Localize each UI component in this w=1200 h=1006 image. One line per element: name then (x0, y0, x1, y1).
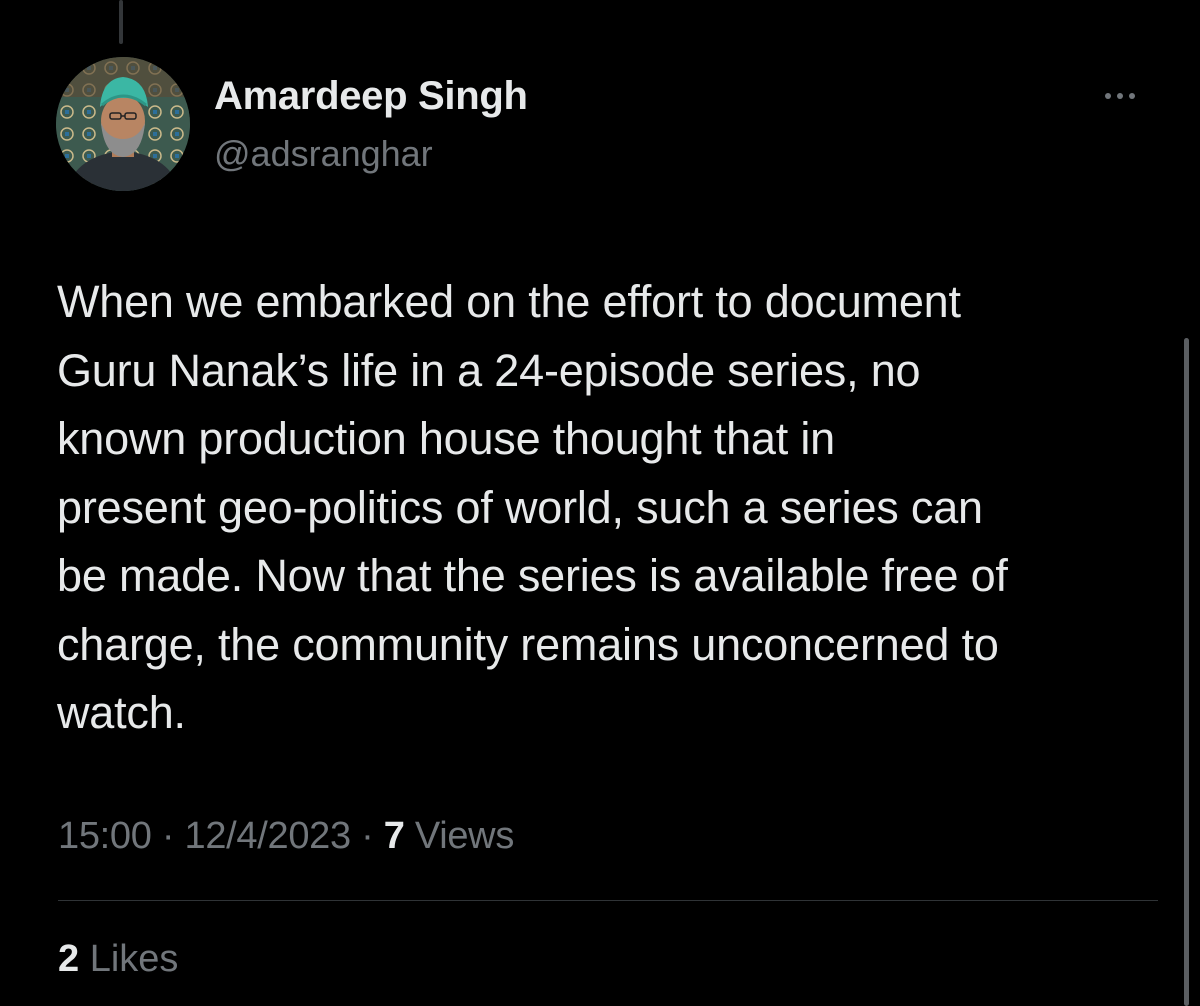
more-options-button[interactable] (1094, 80, 1146, 112)
likes-link[interactable]: 2 Likes (58, 938, 178, 981)
tweet-text-line: known production house thought that in (57, 413, 835, 464)
scrollbar[interactable] (1184, 338, 1189, 1006)
more-horizontal-icon (1102, 93, 1138, 99)
avatar[interactable] (56, 57, 190, 191)
views-count: 7 (383, 815, 405, 857)
tweet-text-line: watch. (57, 687, 186, 738)
tweet-text-line: be made. Now that the series is availabl… (57, 550, 1008, 601)
tweet-text: When we embarked on the effort to docume… (57, 268, 1167, 748)
author-handle[interactable]: @adsranghar (214, 133, 433, 175)
views-label: Views (414, 815, 515, 857)
meta-separator: · (361, 815, 374, 857)
thread-connector-line (119, 0, 123, 44)
tweet-meta: 15:00 · 12/4/2023 · 7 Views (58, 815, 514, 858)
tweet-text-line: Guru Nanak’s life in a 24-episode series… (57, 344, 921, 396)
tweet-time[interactable]: 15:00 (58, 815, 152, 857)
tweet-text-line: When we embarked on the effort to docume… (57, 276, 961, 327)
likes-count: 2 (58, 938, 80, 980)
tweet-date[interactable]: 12/4/2023 (184, 815, 351, 857)
likes-label: Likes (89, 938, 179, 980)
tweet-text-line: present geo-politics of world, such a se… (57, 481, 983, 533)
avatar-photo (56, 57, 190, 191)
tweet-text-line: charge, the community remains unconcerne… (57, 618, 999, 670)
divider (58, 900, 1158, 901)
author-display-name[interactable]: Amardeep Singh (214, 74, 528, 119)
meta-separator: · (161, 815, 175, 857)
